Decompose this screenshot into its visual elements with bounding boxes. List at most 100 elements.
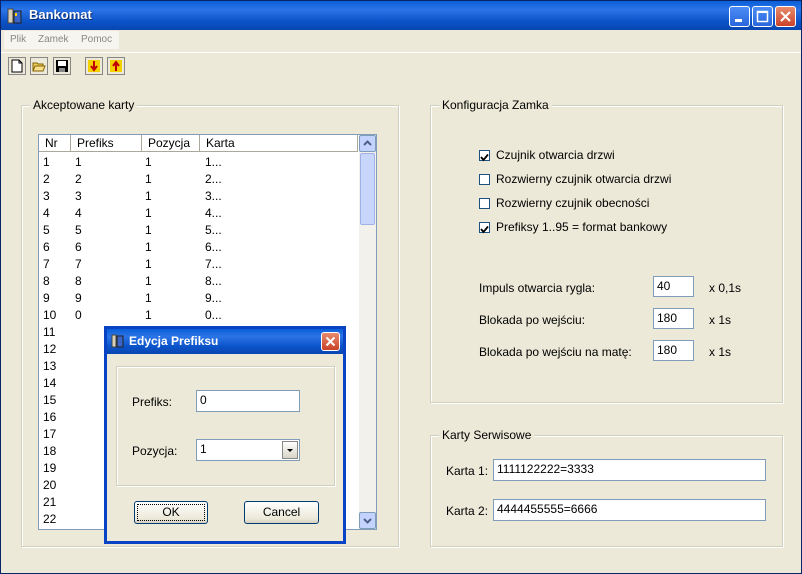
table-cell: 21 [43, 495, 57, 509]
mat-block-unit: x 1s [709, 345, 732, 359]
table-cell: 4... [205, 206, 222, 220]
table-cell: 9... [205, 291, 222, 305]
table-cell: 4 [43, 206, 50, 220]
table-cell: 22 [43, 512, 57, 526]
upload-button[interactable] [107, 57, 125, 75]
window-title: Bankomat [29, 7, 92, 22]
table-cell: 0... [205, 308, 222, 322]
col-karta[interactable]: Karta [200, 135, 358, 152]
save-icon [56, 60, 68, 72]
close-icon [325, 336, 336, 347]
table-cell: 6 [75, 240, 82, 254]
save-button[interactable] [53, 57, 71, 75]
bolt-impulse-input[interactable]: 40 [653, 276, 694, 297]
service-cards-group: Karty Serwisowe [430, 428, 783, 547]
table-cell: 0 [75, 308, 82, 322]
table-row[interactable]: 7 7 1 7... [39, 256, 358, 273]
table-cell: 6 [43, 240, 50, 254]
table-cell: 15 [43, 393, 57, 407]
cancel-button[interactable]: Cancel [244, 501, 319, 524]
dialog-title: Edycja Prefiksu [129, 334, 219, 348]
table-cell: 1 [145, 189, 152, 203]
entry-block-unit: x 1s [709, 313, 732, 327]
table-cell: 1 [145, 257, 152, 271]
checkbox-box[interactable] [479, 174, 490, 185]
table-cell: 19 [43, 461, 57, 475]
dialog-title-bar[interactable]: Edycja Prefiksu [107, 329, 343, 354]
menu-zamek[interactable]: Zamek [38, 34, 69, 45]
table-cell: 3 [75, 189, 82, 203]
col-pozycja[interactable]: Pozycja [142, 135, 200, 152]
entry-block-label: Blokada po wejściu: [479, 313, 586, 327]
chevron-down-icon [363, 518, 372, 524]
table-cell: 1 [145, 308, 152, 322]
service-card2-input[interactable]: 4444455555=6666 [493, 499, 766, 521]
dropdown-button[interactable] [282, 441, 298, 459]
table-row[interactable]: 4 4 1 4... [39, 205, 358, 222]
open-folder-icon [32, 62, 46, 72]
prefix-input[interactable]: 0 [196, 390, 300, 412]
minimize-button[interactable] [729, 6, 750, 27]
bolt-impulse-unit: x 0,1s [709, 281, 742, 295]
ok-button[interactable]: OK [134, 501, 208, 524]
table-cell: 1 [145, 240, 152, 254]
menu-plik[interactable]: Plik [10, 34, 26, 45]
checkbox-label: Czujnik otwarcia drzwi [496, 148, 615, 162]
scroll-thumb[interactable] [360, 153, 375, 225]
table-cell: 5... [205, 223, 222, 237]
open-button[interactable] [30, 57, 48, 75]
table-row[interactable]: 5 5 1 5... [39, 222, 358, 239]
table-cell: 2 [75, 172, 82, 186]
menu-pomoc[interactable]: Pomoc [81, 34, 112, 45]
close-icon [780, 11, 791, 22]
col-nr[interactable]: Nr [39, 135, 71, 152]
accepted-cards-title: Akceptowane karty [30, 98, 138, 112]
scroll-up-button[interactable] [359, 135, 376, 152]
table-cell: 17 [43, 427, 57, 441]
table-cell: 4 [75, 206, 82, 220]
scroll-down-button[interactable] [359, 512, 376, 529]
table-cell: 1 [145, 155, 152, 169]
table-row[interactable]: 2 2 1 2... [39, 171, 358, 188]
table-cell: 20 [43, 478, 57, 492]
app-icon [111, 334, 124, 348]
table-cell: 13 [43, 359, 57, 373]
table-cell: 1 [145, 223, 152, 237]
table-cell: 16 [43, 410, 57, 424]
mat-block-input[interactable]: 180 [653, 340, 694, 361]
list-header: Nr Prefiks Pozycja Karta [39, 135, 358, 152]
entry-block-input[interactable]: 180 [653, 308, 694, 329]
checkbox-box[interactable] [479, 222, 490, 234]
table-row[interactable]: 6 6 1 6... [39, 239, 358, 256]
checkbox-box[interactable] [479, 198, 490, 209]
table-row[interactable]: 10 0 1 0... [39, 307, 358, 324]
new-file-icon [11, 59, 23, 73]
checkbox-box[interactable] [479, 150, 490, 162]
table-cell: 8 [75, 274, 82, 288]
table-row[interactable]: 1 1 1 1... [39, 154, 358, 171]
vertical-scrollbar[interactable] [359, 135, 376, 529]
table-row[interactable]: 8 8 1 8... [39, 273, 358, 290]
service-card1-input[interactable]: 1111122222=3333 [493, 459, 766, 481]
close-button[interactable] [775, 6, 796, 27]
table-cell: 10 [43, 308, 57, 322]
table-cell: 1 [145, 291, 152, 305]
chevron-down-icon [287, 449, 293, 452]
checkmark-icon [480, 153, 489, 162]
service-cards-title: Karty Serwisowe [439, 428, 535, 442]
title-bar[interactable]: Bankomat [1, 1, 801, 30]
new-file-button[interactable] [8, 57, 26, 75]
dialog-close-button[interactable] [321, 332, 340, 351]
table-cell: 2... [205, 172, 222, 186]
table-cell: 3 [43, 189, 50, 203]
maximize-button[interactable] [752, 6, 773, 27]
table-cell: 7... [205, 257, 222, 271]
col-prefiks[interactable]: Prefiks [71, 135, 142, 152]
table-row[interactable]: 3 3 1 3... [39, 188, 358, 205]
position-select[interactable]: 1 [196, 439, 300, 461]
table-row[interactable]: 9 9 1 9... [39, 290, 358, 307]
table-cell: 14 [43, 376, 57, 390]
download-button[interactable] [85, 57, 103, 75]
minimize-icon [735, 19, 742, 22]
position-label: Pozycja: [132, 444, 178, 458]
